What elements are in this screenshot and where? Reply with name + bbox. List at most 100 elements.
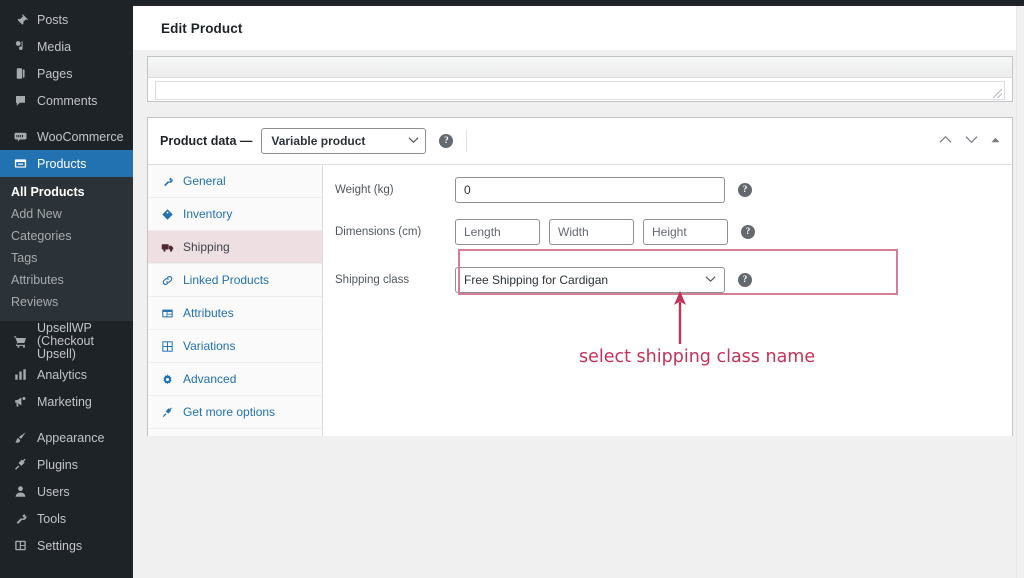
page-background-fill <box>133 442 1024 578</box>
tab-label: General <box>183 174 226 188</box>
annotation-arrow-icon <box>669 290 691 344</box>
product-data-tabs: General Inventory Shipping Linked Produc… <box>148 165 323 436</box>
sidebar-sublabel: Categories <box>11 229 72 243</box>
page-header: Edit Product <box>133 6 1024 50</box>
dimensions-label: Dimensions (cm) <box>335 226 422 238</box>
sidebar-label: Tools <box>37 511 67 526</box>
sidebar-item-tools[interactable]: Tools <box>0 505 133 532</box>
sidebar-subitem-all-products[interactable]: All Products <box>0 181 133 203</box>
tab-attributes[interactable]: Attributes <box>148 297 322 330</box>
tab-label: Advanced <box>183 372 237 386</box>
table-icon <box>160 306 175 321</box>
product-data-header: Product data — Variable product ? <box>148 118 1012 165</box>
sidebar-item-pages[interactable]: Pages <box>0 60 133 87</box>
sidebar-item-upsellwp[interactable]: UpsellWP (Checkout Upsell) <box>0 321 133 361</box>
weight-label: Weight (kg) <box>335 184 394 196</box>
sidebar-item-appearance[interactable]: Appearance <box>0 424 133 451</box>
help-icon[interactable]: ? <box>439 134 454 148</box>
plugin-icon <box>10 455 30 475</box>
tab-shipping[interactable]: Shipping <box>148 231 322 264</box>
product-data-body: General Inventory Shipping Linked Produc… <box>148 165 1012 436</box>
sidebar-sublabel: All Products <box>11 185 85 199</box>
tab-advanced[interactable]: Advanced <box>148 363 322 396</box>
admin-sidebar: Posts Media Pages Comments WooCommerce P… <box>0 0 141 578</box>
chevron-down-icon <box>705 275 716 286</box>
link-icon <box>160 273 175 288</box>
tab-variations[interactable]: Variations <box>148 330 322 363</box>
truck-icon <box>160 240 175 255</box>
tools-icon <box>10 509 30 529</box>
product-data-metabox: Product data — Variable product ? Genera… <box>147 117 1013 436</box>
product-type-value: Variable product <box>271 134 366 148</box>
sidebar-item-settings[interactable]: Settings <box>0 532 133 559</box>
move-up-icon[interactable] <box>939 135 952 147</box>
sidebar-subitem-tags[interactable]: Tags <box>0 247 133 269</box>
page-title: Edit Product <box>161 20 243 36</box>
tab-inventory[interactable]: Inventory <box>148 198 322 231</box>
product-type-select[interactable]: Variable product <box>261 128 427 154</box>
sidebar-label: Products <box>37 156 87 171</box>
sidebar-item-media[interactable]: Media <box>0 33 133 60</box>
sidebar-subitem-add-new[interactable]: Add New <box>0 203 133 225</box>
sidebar-item-products[interactable]: Products <box>0 150 141 177</box>
page-right-edge <box>1016 6 1024 578</box>
sidebar-subitem-reviews[interactable]: Reviews <box>0 291 133 313</box>
screen-root: Posts Media Pages Comments WooCommerce P… <box>0 0 1024 578</box>
sidebar-item-posts[interactable]: Posts <box>0 6 133 33</box>
woocommerce-icon <box>10 127 30 147</box>
analytics-icon <box>10 365 30 385</box>
main-content: Edit Product Product data — Variable pro… <box>133 6 1024 578</box>
tab-general[interactable]: General <box>148 165 322 198</box>
sidebar-submenu-products: All Products Add New Categories Tags Att… <box>0 177 133 321</box>
sidebar-label: Users <box>37 484 70 499</box>
shipping-panel: Weight (kg) 0 ? Dimensions (cm) Length W… <box>323 165 1012 436</box>
tab-label: Inventory <box>183 207 233 221</box>
resize-grip-icon[interactable] <box>993 89 1002 98</box>
sidebar-item-comments[interactable]: Comments <box>0 87 133 114</box>
tag-icon <box>160 207 175 222</box>
sidebar-subitem-attributes[interactable]: Attributes <box>0 269 133 291</box>
editor-textarea[interactable] <box>155 81 1005 100</box>
sidebar-sublabel: Add New <box>11 207 62 221</box>
dimension-height-input[interactable]: Height <box>643 219 728 245</box>
megaphone-icon <box>10 392 30 412</box>
grid-icon <box>160 339 175 354</box>
header-divider <box>466 130 468 152</box>
sidebar-label: Settings <box>37 538 83 553</box>
plug-icon <box>160 405 175 420</box>
sidebar-label: Posts <box>37 12 69 27</box>
sidebar-sublabel: Tags <box>11 251 38 265</box>
sidebar-label: Pages <box>37 66 73 81</box>
sidebar-item-plugins[interactable]: Plugins <box>0 451 133 478</box>
weight-input[interactable]: 0 <box>455 177 725 203</box>
sidebar-item-users[interactable]: Users <box>0 478 133 505</box>
tab-linked-products[interactable]: Linked Products <box>148 264 322 297</box>
sidebar-sublabel: Attributes <box>11 273 64 287</box>
move-down-icon[interactable] <box>965 135 978 147</box>
sidebar-label: Appearance <box>37 430 105 445</box>
shipping-class-help-icon[interactable]: ? <box>738 273 752 287</box>
sidebar-subitem-categories[interactable]: Categories <box>0 225 133 247</box>
sidebar-label: Analytics <box>37 367 88 382</box>
sidebar-sublabel: Reviews <box>11 295 59 309</box>
sidebar-item-woocommerce[interactable]: WooCommerce <box>0 123 133 150</box>
sidebar-item-analytics[interactable]: Analytics <box>0 361 133 388</box>
shipping-class-value: Free Shipping for Cardigan <box>464 273 609 287</box>
sidebar-label: Marketing <box>37 394 92 409</box>
toggle-panel-icon[interactable] <box>991 137 1000 145</box>
sidebar-label: WooCommerce <box>37 129 124 144</box>
dimension-length-input[interactable]: Length <box>455 219 540 245</box>
gear-icon <box>160 372 175 387</box>
weight-help-icon[interactable]: ? <box>738 183 752 197</box>
comments-icon <box>10 91 30 111</box>
tab-get-more-options[interactable]: Get more options <box>148 396 322 429</box>
annotation-text: select shipping class name <box>579 347 816 367</box>
sidebar-label: UpsellWP (Checkout Upsell) <box>37 320 94 361</box>
metabox-controls <box>939 118 1000 164</box>
dimension-width-input[interactable]: Width <box>549 219 634 245</box>
description-editor-box[interactable] <box>147 56 1013 102</box>
sidebar-item-marketing[interactable]: Marketing <box>0 388 133 415</box>
sidebar-label: Plugins <box>37 457 78 472</box>
dimensions-help-icon[interactable]: ? <box>741 225 755 239</box>
pin-icon <box>10 10 30 30</box>
